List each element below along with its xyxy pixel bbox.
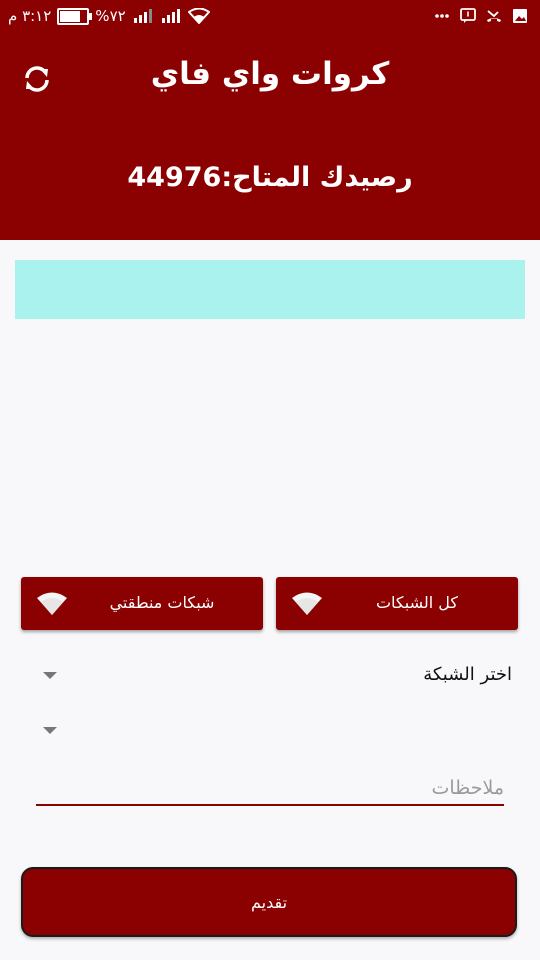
balance-text: رصيدك المتاح:44976 <box>127 162 413 193</box>
status-bar: ٣:١٢ م %٧٢ <box>0 0 540 36</box>
my-networks-label: شبكات منطقتي <box>109 593 215 612</box>
all-networks-label: كل الشبكات <box>375 593 458 612</box>
signal-sim2-icon <box>161 9 180 23</box>
status-left: ٣:١٢ م %٧٢ <box>8 7 210 25</box>
wifi-icon <box>187 8 210 24</box>
message-icon <box>460 8 476 23</box>
more-dots-icon <box>435 14 449 18</box>
image-icon <box>513 9 527 23</box>
missed-call-icon <box>487 10 501 22</box>
ad-banner[interactable] <box>15 260 525 319</box>
signal-sim1-icon <box>133 9 152 23</box>
status-right <box>434 8 528 24</box>
my-networks-button[interactable]: شبكات منطقتي <box>21 577 263 630</box>
notes-field[interactable] <box>36 772 504 806</box>
network-select-label: اختر الشبكة <box>423 664 512 685</box>
app-title: كروات واي فاي <box>150 56 390 92</box>
wifi-icon <box>292 592 322 615</box>
wifi-icon <box>37 592 67 615</box>
network-dropdown-arrow[interactable] <box>43 672 57 679</box>
package-dropdown-arrow[interactable] <box>43 727 57 734</box>
app-header: كروات واي فاي رصيدك المتاح:44976 <box>0 36 540 240</box>
battery-text: %٧٢ <box>95 7 126 25</box>
all-networks-button[interactable]: كل الشبكات <box>276 577 518 630</box>
submit-button[interactable]: تقديم <box>21 867 517 937</box>
battery-icon <box>57 7 93 25</box>
time-text: ٣:١٢ م <box>8 7 52 25</box>
